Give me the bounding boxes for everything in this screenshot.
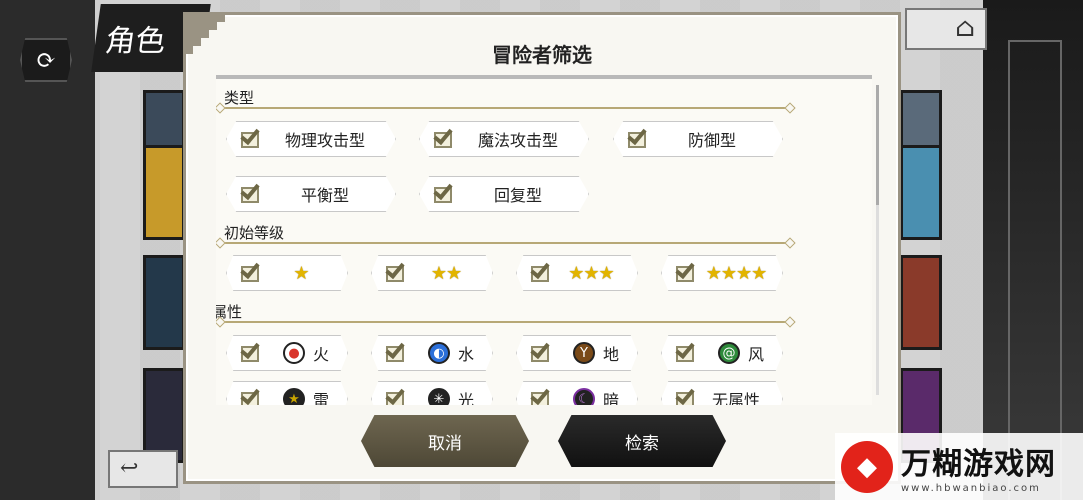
checkbox-checked-icon (675, 384, 700, 405)
checkbox-checked-icon (675, 258, 700, 284)
dialog-title: 冒险者筛选 (492, 43, 592, 67)
filter-option-magic[interactable]: 魔法攻击型 (419, 121, 589, 157)
thunder-icon: ★ (283, 388, 305, 405)
checkbox-checked-icon (675, 338, 700, 364)
checkbox-checked-icon (433, 179, 458, 205)
checkbox-checked-icon (240, 124, 265, 150)
checkbox-checked-icon (385, 338, 410, 364)
cancel-button[interactable]: 取消 (361, 415, 529, 467)
section-label-type: 类型 (224, 89, 255, 107)
home-icon: ⌂ (955, 13, 975, 43)
watermark-title: 万糊游戏网 (901, 447, 1056, 482)
light-icon: ✳ (428, 388, 450, 405)
star-rating: ★★ (430, 262, 462, 284)
star-rating: ★★★★ (705, 262, 768, 284)
site-watermark: ◆ 万糊游戏网 www.hbwanbiao.com (835, 433, 1083, 500)
section-divider (220, 242, 790, 244)
earth-icon: Y (573, 342, 595, 364)
section-divider (220, 321, 790, 323)
refresh-button[interactable]: ⟳ (20, 38, 72, 82)
option-label: 防御型 (687, 131, 736, 150)
option-label: 水 (458, 345, 475, 364)
section-divider (220, 107, 790, 109)
character-card[interactable] (143, 255, 185, 350)
back-icon: ↩ (120, 456, 139, 481)
checkbox-checked-icon (240, 179, 265, 205)
option-label: 物理攻击型 (284, 131, 365, 150)
dark-icon: ☾ (573, 388, 595, 405)
section-label-rarity: 初始等级 (224, 224, 285, 242)
background-tower (983, 0, 1083, 500)
checkbox-checked-icon (433, 124, 458, 150)
filter-option-none[interactable]: 无属性 (661, 381, 783, 405)
character-card[interactable] (143, 368, 185, 463)
filter-option-light[interactable]: ✳ 光 (371, 381, 493, 405)
filter-option-heal[interactable]: 回复型 (419, 176, 589, 212)
character-card[interactable] (900, 255, 942, 350)
checkbox-checked-icon (530, 258, 555, 284)
option-label: 火 (313, 345, 330, 364)
filter-option-defense[interactable]: 防御型 (613, 121, 783, 157)
checkbox-checked-icon (240, 338, 265, 364)
checkbox-checked-icon (627, 124, 652, 150)
filter-option-water[interactable]: ◐ 水 (371, 335, 493, 371)
filter-option-fire[interactable]: ● 火 (226, 335, 348, 371)
search-button[interactable]: 检索 (558, 415, 726, 467)
checkbox-checked-icon (530, 338, 555, 364)
star-rating: ★★★ (568, 262, 614, 284)
filter-scroll-area[interactable]: 类型 物理攻击型 魔法攻击型 防御型 平衡型 回复型 初始等级 ★ ★★ ★★★… (216, 75, 872, 405)
scrollbar-thumb[interactable] (876, 85, 879, 205)
checkbox-checked-icon (385, 384, 410, 405)
filter-option-4-star[interactable]: ★★★★ (661, 255, 783, 291)
scrollbar[interactable] (876, 85, 879, 395)
checkbox-checked-icon (530, 384, 555, 405)
filter-option-2-star[interactable]: ★★ (371, 255, 493, 291)
wind-icon: @ (718, 342, 740, 364)
game-screen: 角色 ⟳ ⌂ ↩ 冒险者筛选 类型 物理攻击型 魔法攻击型 防御型 平衡型 回复… (0, 0, 1083, 500)
watermark-logo-icon: ◆ (841, 440, 893, 493)
option-label: 回复型 (493, 186, 542, 205)
checkbox-checked-icon (240, 258, 265, 284)
water-icon: ◐ (428, 342, 450, 364)
back-button[interactable]: ↩ (108, 450, 178, 488)
filter-option-physical[interactable]: 物理攻击型 (226, 121, 396, 157)
filter-option-earth[interactable]: Y 地 (516, 335, 638, 371)
checkbox-checked-icon (240, 384, 265, 405)
filter-option-balance[interactable]: 平衡型 (226, 176, 396, 212)
option-label: 暗 (603, 391, 620, 405)
home-button[interactable]: ⌂ (905, 8, 987, 50)
option-label: 魔法攻击型 (477, 131, 558, 150)
option-label: 地 (603, 345, 620, 364)
fire-icon: ● (283, 342, 305, 364)
filter-option-dark[interactable]: ☾ 暗 (516, 381, 638, 405)
character-card[interactable] (900, 145, 942, 240)
filter-option-1-star[interactable]: ★ (226, 255, 348, 291)
filter-option-3-star[interactable]: ★★★ (516, 255, 638, 291)
watermark-url: www.hbwanbiao.com (901, 483, 1041, 494)
star-rating: ★ (293, 262, 309, 284)
filter-option-wind[interactable]: @ 风 (661, 335, 783, 371)
filter-option-thunder[interactable]: ★ 雷 (226, 381, 348, 405)
option-label: 雷 (313, 391, 330, 405)
checkbox-checked-icon (385, 258, 410, 284)
character-card[interactable] (143, 145, 185, 240)
option-label: 平衡型 (300, 186, 349, 205)
refresh-icon: ⟳ (35, 46, 57, 74)
option-label: 光 (458, 391, 475, 405)
option-label: 风 (748, 345, 765, 364)
filter-dialog: 冒险者筛选 类型 物理攻击型 魔法攻击型 防御型 平衡型 回复型 初始等级 ★ … (183, 12, 901, 484)
option-label: 无属性 (711, 391, 760, 405)
